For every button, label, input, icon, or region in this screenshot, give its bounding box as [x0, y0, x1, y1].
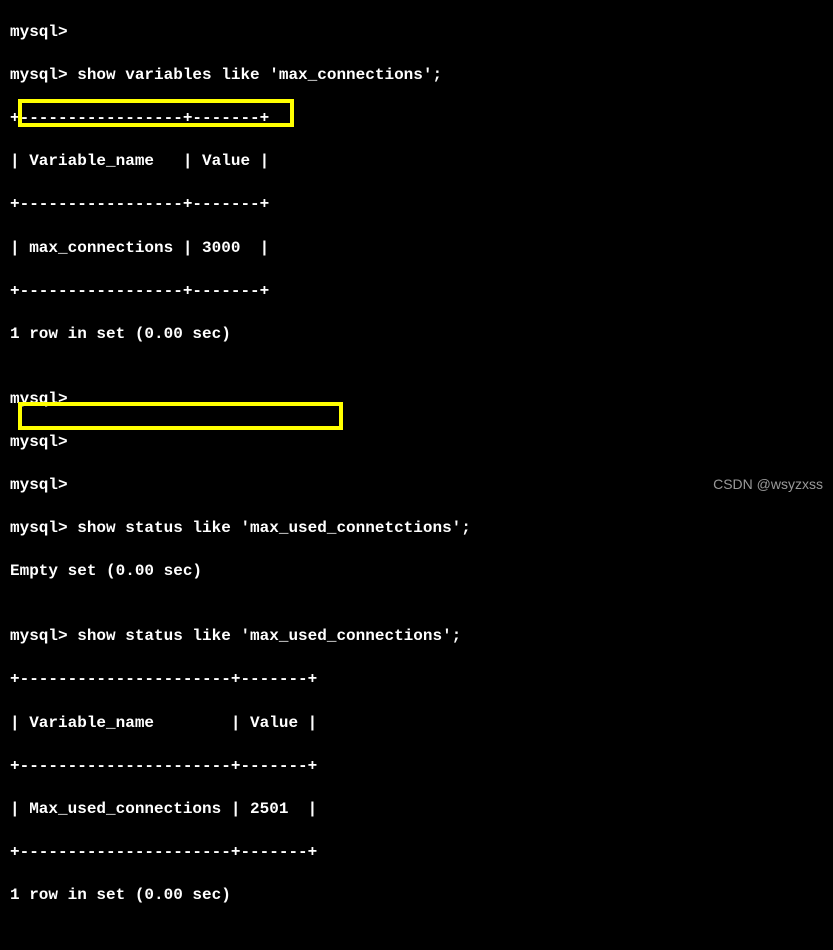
result-summary: 1 row in set (0.00 sec)	[10, 324, 823, 346]
table-row: | max_connections | 3000 |	[10, 238, 823, 260]
result-summary: 1 row in set (0.00 sec)	[10, 885, 823, 907]
table-border: +----------------------+-------+	[10, 756, 823, 778]
command-line: mysql> show status like 'max_used_connec…	[10, 626, 823, 648]
table-header: | Variable_name | Value |	[10, 151, 823, 173]
table-border: +-----------------+-------+	[10, 194, 823, 216]
table-border: +----------------------+-------+	[10, 842, 823, 864]
prompt-line: mysql>	[10, 22, 823, 44]
prompt-line: mysql>	[10, 475, 823, 497]
table-border: +-----------------+-------+	[10, 281, 823, 303]
table-border: +----------------------+-------+	[10, 669, 823, 691]
table-header: | Variable_name | Value |	[10, 713, 823, 735]
table-border: +-----------------+-------+	[10, 108, 823, 130]
prompt-line: mysql>	[10, 389, 823, 411]
watermark: CSDN @wsyzxss	[713, 475, 823, 494]
command-line: mysql> show variables like 'max_connecti…	[10, 65, 823, 87]
table-row: | Max_used_connections | 2501 |	[10, 799, 823, 821]
terminal-output: mysql> mysql> show variables like 'max_c…	[0, 0, 833, 950]
command-line: mysql> show status like 'max_used_connet…	[10, 518, 823, 540]
result-summary: Empty set (0.00 sec)	[10, 561, 823, 583]
prompt-line: mysql>	[10, 432, 823, 454]
